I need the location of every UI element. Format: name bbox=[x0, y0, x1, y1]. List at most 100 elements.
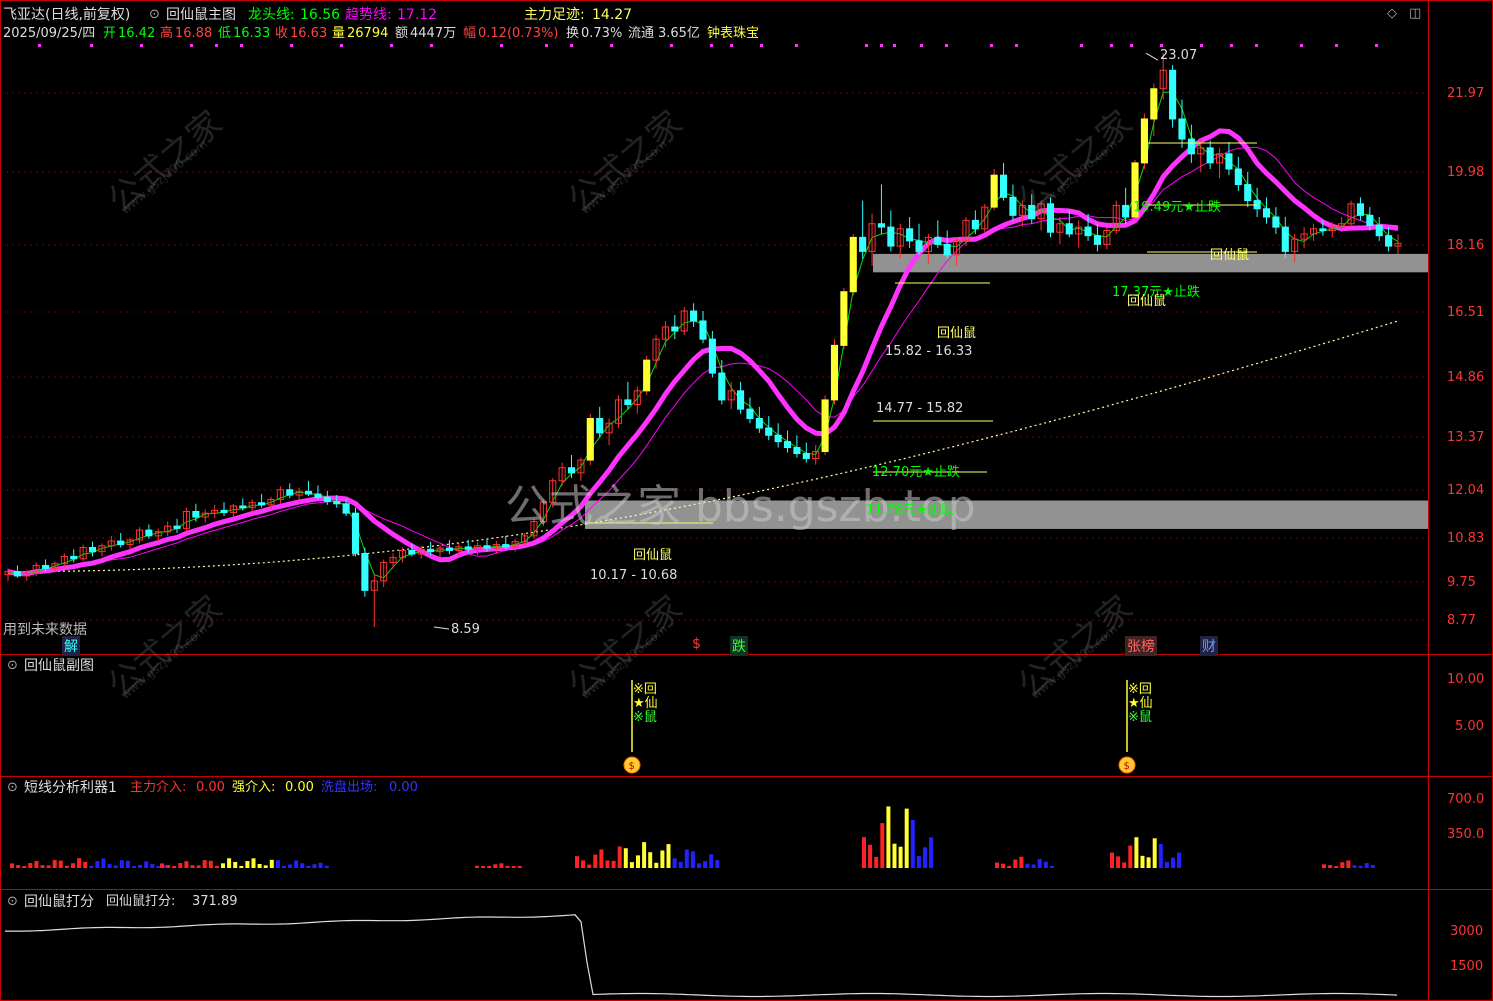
badge-list[interactable]: 张榜 bbox=[1125, 636, 1157, 656]
sub1-title[interactable]: 回仙鼠副图 bbox=[24, 658, 94, 674]
candle-body bbox=[708, 338, 716, 374]
candle-body bbox=[1281, 226, 1289, 252]
signal-dot bbox=[290, 44, 293, 47]
signal-dot bbox=[545, 44, 548, 47]
vol-value: 26794 bbox=[347, 26, 389, 41]
volume-bar bbox=[517, 865, 522, 868]
sub3-tick: 3000 bbox=[1450, 924, 1484, 939]
volume-bar bbox=[221, 863, 225, 868]
volume-bar bbox=[190, 865, 195, 868]
signal-dot bbox=[1300, 44, 1303, 47]
candle-body bbox=[1009, 196, 1017, 216]
volume-bar bbox=[1340, 862, 1345, 868]
volume-bar bbox=[904, 808, 909, 868]
main-force-value: 14.27 bbox=[592, 7, 633, 23]
volume-bar bbox=[629, 862, 634, 868]
signal-text: ※鼠 bbox=[1128, 710, 1152, 725]
volume-bar bbox=[660, 850, 665, 868]
score-line bbox=[5, 914, 1398, 998]
candle-body bbox=[1028, 204, 1036, 220]
volume-bar bbox=[605, 860, 610, 868]
sub3-title[interactable]: 回仙鼠打分 bbox=[24, 894, 94, 910]
signal-dot bbox=[1255, 44, 1258, 47]
candle-body bbox=[718, 372, 726, 401]
badge-dollar[interactable]: $ bbox=[690, 636, 703, 652]
candle-body bbox=[1065, 223, 1073, 235]
sub2-tick: 350.0 bbox=[1447, 827, 1485, 842]
rat-label: 回仙鼠 bbox=[1210, 248, 1250, 263]
dragon-value: 16.56 bbox=[300, 7, 341, 23]
price-tick: 14.86 bbox=[1447, 370, 1485, 385]
diamond-icon[interactable]: ◇ bbox=[1387, 6, 1397, 21]
volume-bar bbox=[52, 859, 57, 868]
candle-body bbox=[1385, 235, 1393, 247]
sub1-tick: 5.00 bbox=[1455, 719, 1484, 734]
turnover-label: 换 bbox=[566, 26, 580, 41]
candle-body bbox=[483, 545, 491, 549]
volume-bar bbox=[910, 819, 915, 868]
signal-dot bbox=[730, 44, 733, 47]
strong-in-value: 0.00 bbox=[285, 780, 314, 795]
volume-bar bbox=[1140, 855, 1145, 868]
volume-bar bbox=[282, 865, 286, 868]
date: 2025/09/25/四 bbox=[3, 26, 96, 41]
sub2-title[interactable]: 短线分析利器1 bbox=[24, 780, 117, 796]
badge-drop[interactable]: 跌 bbox=[730, 636, 748, 656]
chevron-down-icon[interactable]: ⊙ bbox=[149, 7, 160, 22]
score-label: 回仙鼠打分: bbox=[106, 894, 176, 909]
trend-label: 趋势线: bbox=[345, 7, 392, 23]
money-bag-icon: $ bbox=[629, 761, 635, 772]
chevron-down-icon[interactable]: ⊙ bbox=[7, 658, 18, 673]
sub2-tick: 700.0 bbox=[1447, 792, 1485, 807]
volume-bar bbox=[1370, 865, 1375, 868]
volume-bar bbox=[150, 863, 155, 868]
volume-bar bbox=[715, 860, 720, 868]
volume-bar bbox=[1043, 861, 1048, 868]
turnover-value: 0.73% bbox=[581, 26, 623, 41]
signal-dot bbox=[430, 44, 433, 47]
candle-body bbox=[690, 310, 698, 322]
volume-bar bbox=[71, 863, 75, 868]
candle-body bbox=[314, 493, 322, 498]
window-toggle-icon[interactable]: ◫ bbox=[1409, 6, 1421, 21]
signal-dot bbox=[500, 44, 503, 47]
volume-bar bbox=[1013, 859, 1018, 868]
volume-bar bbox=[995, 862, 999, 868]
signal-dot bbox=[1110, 44, 1113, 47]
float-label: 流通 bbox=[628, 26, 655, 41]
candle-body bbox=[877, 223, 885, 228]
volume-bar bbox=[709, 854, 714, 868]
volume-bar bbox=[1049, 866, 1054, 868]
volume-bar bbox=[1001, 863, 1006, 868]
wash-out-label: 洗盘出场: bbox=[321, 780, 378, 795]
candle-body bbox=[934, 236, 942, 245]
candle-body bbox=[746, 408, 754, 419]
candle-body bbox=[990, 174, 998, 208]
industry[interactable]: 钟表珠宝 bbox=[707, 26, 759, 42]
stop-label: 19.49元★止跌 bbox=[1133, 200, 1221, 215]
stop-label: 11.78元★止跌 bbox=[866, 503, 954, 518]
volume-bar bbox=[275, 860, 280, 868]
volume-bar bbox=[617, 846, 622, 868]
chevron-down-icon[interactable]: ⊙ bbox=[7, 780, 18, 795]
candle-body bbox=[342, 503, 350, 514]
volume-bar bbox=[642, 842, 647, 868]
badge-unlock[interactable]: 解 bbox=[62, 636, 80, 656]
support-box bbox=[585, 500, 1428, 529]
candle-body bbox=[286, 489, 294, 496]
price-tick: 13.37 bbox=[1447, 430, 1485, 445]
candle-body bbox=[943, 243, 951, 256]
volume-bar bbox=[703, 861, 708, 868]
volume-bar bbox=[892, 843, 897, 868]
box-label: 14.77 - 15.82 bbox=[876, 401, 964, 416]
candle-body bbox=[1244, 184, 1252, 202]
wash-out-value: 0.00 bbox=[389, 780, 418, 795]
badge-finance[interactable]: 财 bbox=[1200, 636, 1218, 656]
main-indicator-name[interactable]: 回仙鼠主图 bbox=[166, 7, 236, 23]
volume-bar bbox=[511, 866, 516, 868]
chevron-down-icon[interactable]: ⊙ bbox=[7, 894, 18, 909]
strong-in-label: 强介入: bbox=[232, 780, 276, 795]
volume-bar bbox=[318, 862, 323, 868]
volume-bar bbox=[587, 864, 592, 868]
signal-dot bbox=[880, 44, 883, 47]
